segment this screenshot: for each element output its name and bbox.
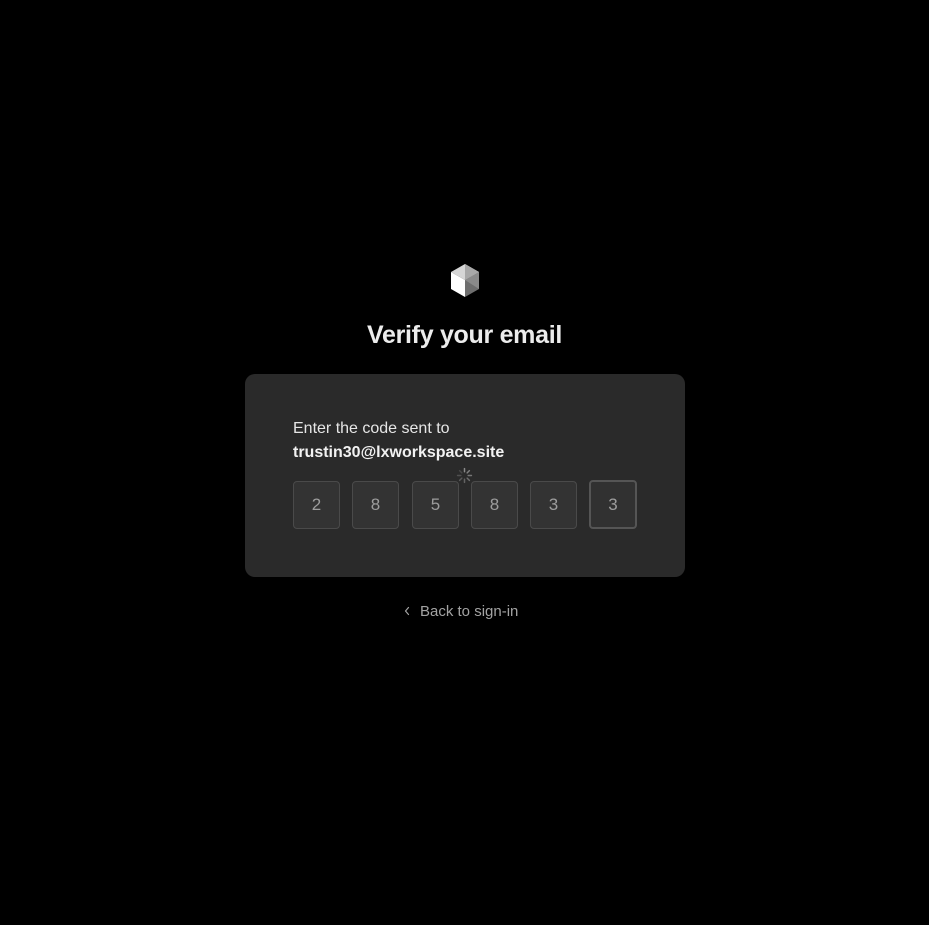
code-digit-3[interactable]: 5 [412,481,459,529]
back-label: Back to sign-in [420,602,519,620]
code-digit-2[interactable]: 8 [352,481,399,529]
code-digit-4[interactable]: 8 [471,481,518,529]
page-title: Verify your email [367,321,562,349]
code-digit-5[interactable]: 3 [530,481,577,529]
code-digit-6[interactable]: 3 [589,480,637,529]
email-address: trustin30@lxworkspace.site [293,444,505,461]
back-to-sign-in-link[interactable]: Back to sign-in [403,601,518,621]
spinner-icon [456,467,473,484]
code-digit-1[interactable]: 2 [293,481,340,529]
verification-card: Enter the code sent to trustin30@lxworks… [245,374,685,577]
chevron-left-icon [404,606,410,616]
verify-email-page: Verify your email Enter the code sent to… [0,0,929,925]
instruction-text: Enter the code sent to [293,420,450,437]
cube-logo-icon [451,264,479,297]
